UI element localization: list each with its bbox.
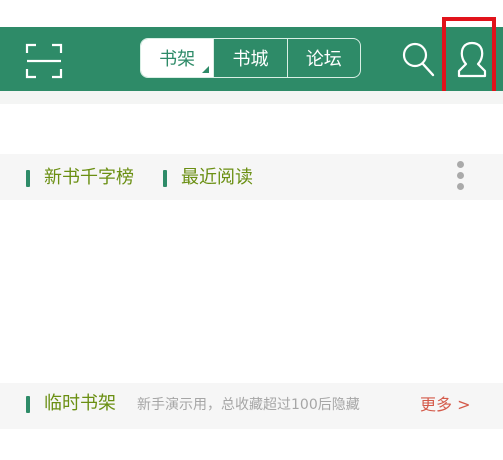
top-bar: 书架 书城 论坛 bbox=[0, 27, 503, 91]
rank-link[interactable]: 新书千字榜 bbox=[44, 167, 134, 189]
divider-strip bbox=[0, 91, 503, 104]
corner-indicator-icon bbox=[202, 66, 210, 73]
more-link[interactable]: 更多 > bbox=[420, 394, 471, 416]
section-marker bbox=[26, 396, 30, 413]
highlight-box bbox=[442, 17, 496, 97]
recent-reading-link[interactable]: 最近阅读 bbox=[181, 167, 253, 189]
tab-bookshelf[interactable]: 书架 bbox=[141, 39, 214, 77]
temp-shelf-hint: 新手演示用，总收藏超过100后隐藏 bbox=[137, 397, 360, 413]
temp-shelf-title: 临时书架 bbox=[44, 393, 116, 414]
scan-icon[interactable] bbox=[24, 42, 64, 80]
tab-forum-label: 论坛 bbox=[305, 49, 342, 70]
section-marker bbox=[26, 170, 30, 187]
tab-bookstore[interactable]: 书城 bbox=[213, 39, 286, 77]
tab-bookshelf-label: 书架 bbox=[159, 49, 196, 70]
search-icon[interactable] bbox=[401, 41, 435, 77]
vertical-dots-icon[interactable] bbox=[450, 161, 470, 195]
tab-bookstore-label: 书城 bbox=[232, 49, 269, 70]
section-marker bbox=[163, 170, 167, 187]
main-tabs: 书架 书城 论坛 bbox=[140, 38, 361, 78]
tab-forum[interactable]: 论坛 bbox=[286, 39, 360, 77]
